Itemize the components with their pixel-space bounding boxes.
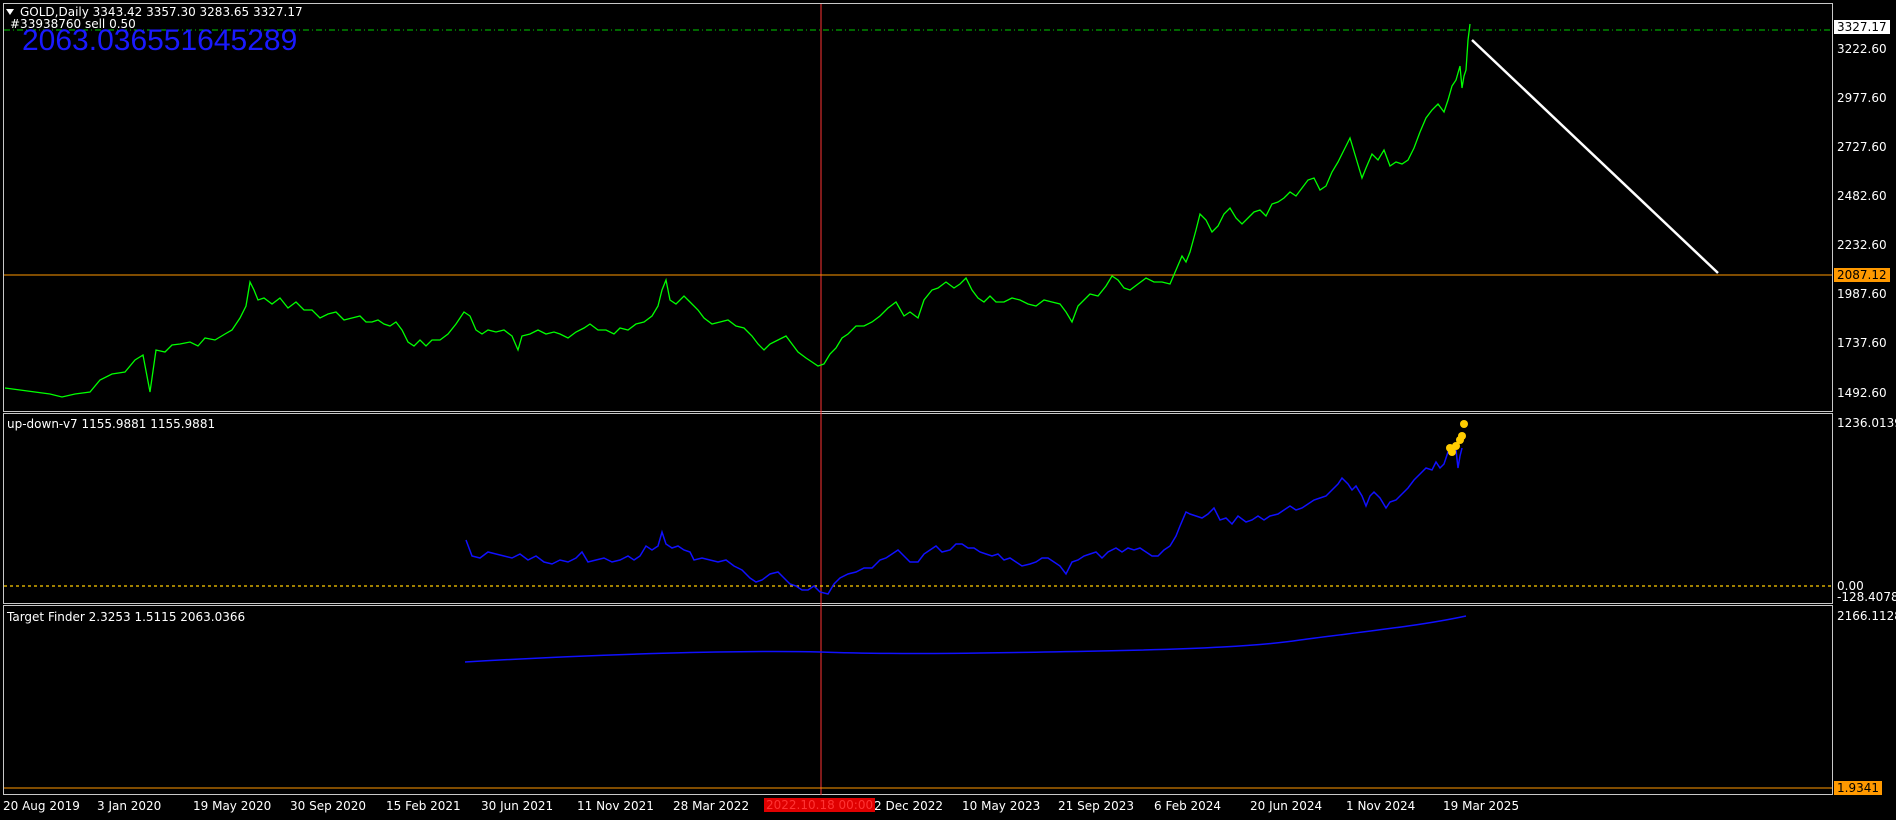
time-tick: 30 Jun 2021 xyxy=(481,799,554,813)
current-price-tag: 3327.17 xyxy=(1834,20,1890,34)
collapse-triangle-icon[interactable] xyxy=(6,9,14,15)
signal-markers xyxy=(1446,420,1468,456)
price-series xyxy=(4,23,1471,398)
price-tick: 1737.60 xyxy=(1837,336,1887,350)
price-tick: 2727.60 xyxy=(1837,140,1887,154)
time-tick: 1 Nov 2024 xyxy=(1346,799,1416,813)
price-tick: 1492.60 xyxy=(1837,386,1887,400)
price-tick: 2232.60 xyxy=(1837,238,1887,252)
time-tick: 19 Mar 2025 xyxy=(1443,799,1520,813)
target-finder-label: Target Finder 2.3253 1.5115 2063.0366 xyxy=(7,610,246,624)
indicator1-tick: 1236.0139 xyxy=(1837,416,1896,430)
time-tick: 2 Dec 2022 xyxy=(874,799,944,813)
chart-graphics xyxy=(4,4,1832,795)
time-tick: 10 May 2023 xyxy=(962,799,1041,813)
time-tick: 28 Mar 2022 xyxy=(673,799,750,813)
target-projection-line xyxy=(1471,39,1719,274)
indicator2-tick: 2166.1128 xyxy=(1837,609,1896,623)
time-tick: 19 May 2020 xyxy=(193,799,272,813)
time-tick: 15 Feb 2021 xyxy=(386,799,461,813)
time-tick: 11 Nov 2021 xyxy=(577,799,654,813)
indicator2-bottom-tag: 1.9341 xyxy=(1834,781,1882,795)
big-value-label: 2063.036551645289 xyxy=(22,24,298,57)
up-down-label: up-down-v7 1155.9881 1155.9881 xyxy=(7,417,216,431)
time-tick: 3 Jan 2020 xyxy=(97,799,162,813)
price-tick: 2482.60 xyxy=(1837,189,1887,203)
price-tick: 3222.60 xyxy=(1837,42,1887,56)
level-price-tag: 2087.12 xyxy=(1834,268,1890,282)
price-tick: 2977.60 xyxy=(1837,91,1887,105)
time-tick: 20 Jun 2024 xyxy=(1250,799,1323,813)
time-tick: 21 Sep 2023 xyxy=(1058,799,1135,813)
indicator1-tick: -128.4078 xyxy=(1837,590,1896,604)
time-tick: 6 Feb 2024 xyxy=(1154,799,1222,813)
target-finder-series xyxy=(464,615,1467,663)
up-down-series xyxy=(465,447,1463,595)
time-tick: 30 Sep 2020 xyxy=(290,799,367,813)
price-tick: 1987.60 xyxy=(1837,287,1887,301)
time-tick: 20 Aug 2019 xyxy=(3,799,80,813)
crosshair-time-label: 2022.10.18 00:00 xyxy=(764,798,876,812)
